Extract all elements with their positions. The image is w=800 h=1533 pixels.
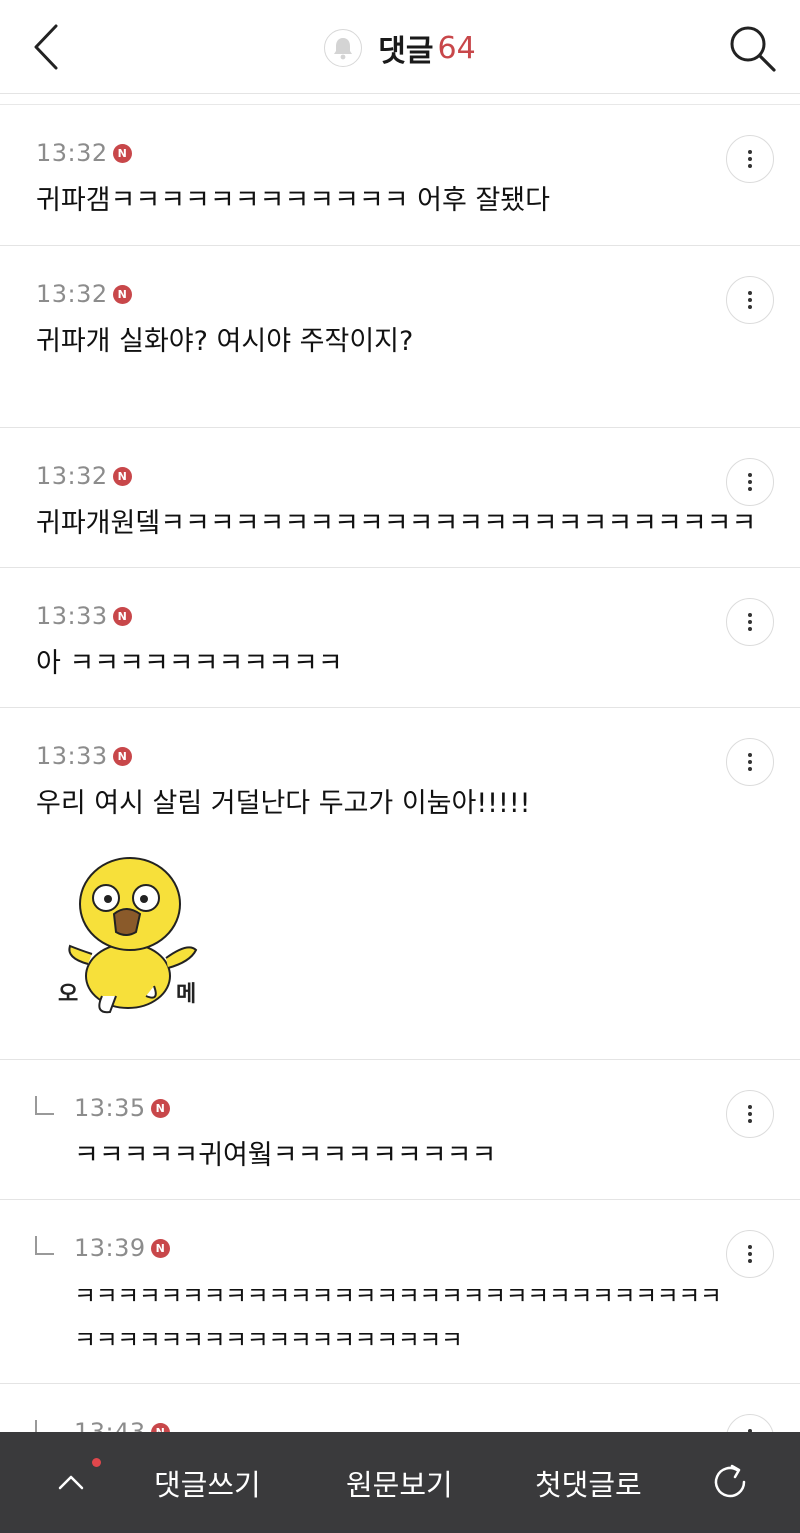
- comment-time: 13:32: [36, 280, 108, 308]
- notification-dot: [92, 1458, 101, 1467]
- new-badge: N: [112, 466, 132, 486]
- top-header: 댓글 64: [0, 0, 800, 94]
- comment-text: 귀파개 실화야? 여시야 주작이지?: [36, 326, 414, 357]
- new-badge: N: [112, 746, 132, 766]
- more-options-button[interactable]: [726, 276, 774, 324]
- comment-meta: 13:33 N: [36, 742, 132, 770]
- sticker-text-left: 오: [58, 982, 79, 1007]
- comment-item: 13:32 N 귀파개원뎈ㅋㅋㅋㅋㅋㅋㅋㅋㅋㅋㅋㅋㅋㅋㅋㅋㅋㅋㅋㅋㅋㅋㅋㅋ: [0, 428, 800, 568]
- comment-meta: 13:32 N: [36, 139, 132, 167]
- comment-list: 13:32 N 귀파갬ㅋㅋㅋㅋㅋㅋㅋㅋㅋㅋㅋㅋ 어후 잘됐다 13:32 N 귀…: [0, 104, 800, 1504]
- comment-meta: 13:35 N: [74, 1094, 170, 1122]
- comment-count: 64: [437, 30, 476, 66]
- bottom-action-bar: 댓글쓰기 원문보기 첫댓글로: [0, 1432, 800, 1533]
- more-options-button[interactable]: [726, 738, 774, 786]
- search-button[interactable]: [726, 22, 778, 74]
- new-badge: N: [112, 606, 132, 626]
- first-comment-button[interactable]: 첫댓글로: [535, 1462, 642, 1504]
- more-options-button[interactable]: [726, 1230, 774, 1278]
- comment-time: 13:32: [36, 139, 108, 167]
- refresh-button[interactable]: [708, 1460, 752, 1504]
- new-badge: N: [112, 284, 132, 304]
- more-options-button[interactable]: [726, 1090, 774, 1138]
- comment-text: 귀파개원뎈ㅋㅋㅋㅋㅋㅋㅋㅋㅋㅋㅋㅋㅋㅋㅋㅋㅋㅋㅋㅋㅋㅋㅋㅋ: [36, 508, 757, 539]
- new-badge: N: [112, 143, 132, 163]
- comment-item: 13:33 N 우리 여시 살림 거덜난다 두고가 이눔아!!!!! 오 메: [0, 708, 800, 1060]
- more-dots-icon: [748, 1105, 752, 1109]
- more-dots-icon: [748, 473, 752, 477]
- comment-item: 13:32 N 귀파갬ㅋㅋㅋㅋㅋㅋㅋㅋㅋㅋㅋㅋ 어후 잘됐다: [0, 105, 800, 246]
- reply-arrow-icon: [35, 1236, 54, 1255]
- reply-item: 13:39 N ㅋㅋㅋㅋㅋㅋㅋㅋㅋㅋㅋㅋㅋㅋㅋㅋㅋㅋㅋㅋㅋㅋㅋㅋㅋㅋㅋㅋㅋㅋ ㅋ…: [0, 1200, 800, 1384]
- comment-time: 13:39: [74, 1234, 146, 1262]
- comment-text: 우리 여시 살림 거덜난다 두고가 이눔아!!!!!: [36, 788, 531, 819]
- refresh-icon: [714, 1464, 746, 1498]
- write-comment-button[interactable]: 댓글쓰기: [154, 1462, 261, 1504]
- comment-meta: 13:39 N: [74, 1234, 170, 1262]
- comment-item: 13:33 N 아 ㅋㅋㅋㅋㅋㅋㅋㅋㅋㅋㅋ: [0, 568, 800, 708]
- page-title: 댓글: [378, 34, 434, 69]
- comment-time: 13:33: [36, 742, 108, 770]
- comment-time: 13:32: [36, 462, 108, 490]
- comment-meta: 13:32 N: [36, 280, 132, 308]
- more-dots-icon: [748, 150, 752, 154]
- bell-icon: [334, 38, 353, 60]
- search-icon: [730, 26, 776, 72]
- more-options-button[interactable]: [726, 135, 774, 183]
- more-dots-icon: [748, 613, 752, 617]
- more-dots-icon: [748, 291, 752, 295]
- comment-text: 귀파갬ㅋㅋㅋㅋㅋㅋㅋㅋㅋㅋㅋㅋ 어후 잘됐다: [36, 185, 550, 216]
- comment-time: 13:33: [36, 602, 108, 630]
- new-badge: N: [150, 1098, 170, 1118]
- more-options-button[interactable]: [726, 598, 774, 646]
- comment-meta: 13:33 N: [36, 602, 132, 630]
- reply-item: 13:35 N ㅋㅋㅋㅋㅋ귀여웤ㅋㅋㅋㅋㅋㅋㅋㅋㅋ: [0, 1060, 800, 1200]
- scroll-top-button[interactable]: [56, 1466, 86, 1496]
- comment-item: 13:32 N 귀파개 실화야? 여시야 주작이지?: [0, 246, 800, 428]
- new-badge: N: [150, 1238, 170, 1258]
- chevron-up-icon: [58, 1475, 84, 1490]
- reply-arrow-icon: [35, 1096, 54, 1115]
- view-original-button[interactable]: 원문보기: [346, 1462, 453, 1504]
- more-dots-icon: [748, 1245, 752, 1249]
- more-options-button[interactable]: [726, 458, 774, 506]
- chick-sticker: 오 메: [50, 846, 210, 1016]
- comment-text: ㅋㅋㅋㅋㅋㅋㅋㅋㅋㅋㅋㅋㅋㅋㅋㅋㅋㅋㅋㅋㅋㅋㅋㅋㅋㅋㅋㅋㅋㅋ ㅋㅋㅋㅋㅋㅋㅋㅋㅋ…: [74, 1282, 722, 1354]
- comment-meta: 13:32 N: [36, 462, 132, 490]
- more-dots-icon: [748, 753, 752, 757]
- notification-bell-button[interactable]: [324, 29, 363, 67]
- comment-text: 아 ㅋㅋㅋㅋㅋㅋㅋㅋㅋㅋㅋ: [36, 648, 343, 679]
- sticker-text-right: 메: [176, 982, 197, 1007]
- comment-text: ㅋㅋㅋㅋㅋ귀여웤ㅋㅋㅋㅋㅋㅋㅋㅋㅋ: [74, 1140, 497, 1171]
- comment-time: 13:35: [74, 1094, 146, 1122]
- header-title-group: 댓글 64: [0, 26, 800, 70]
